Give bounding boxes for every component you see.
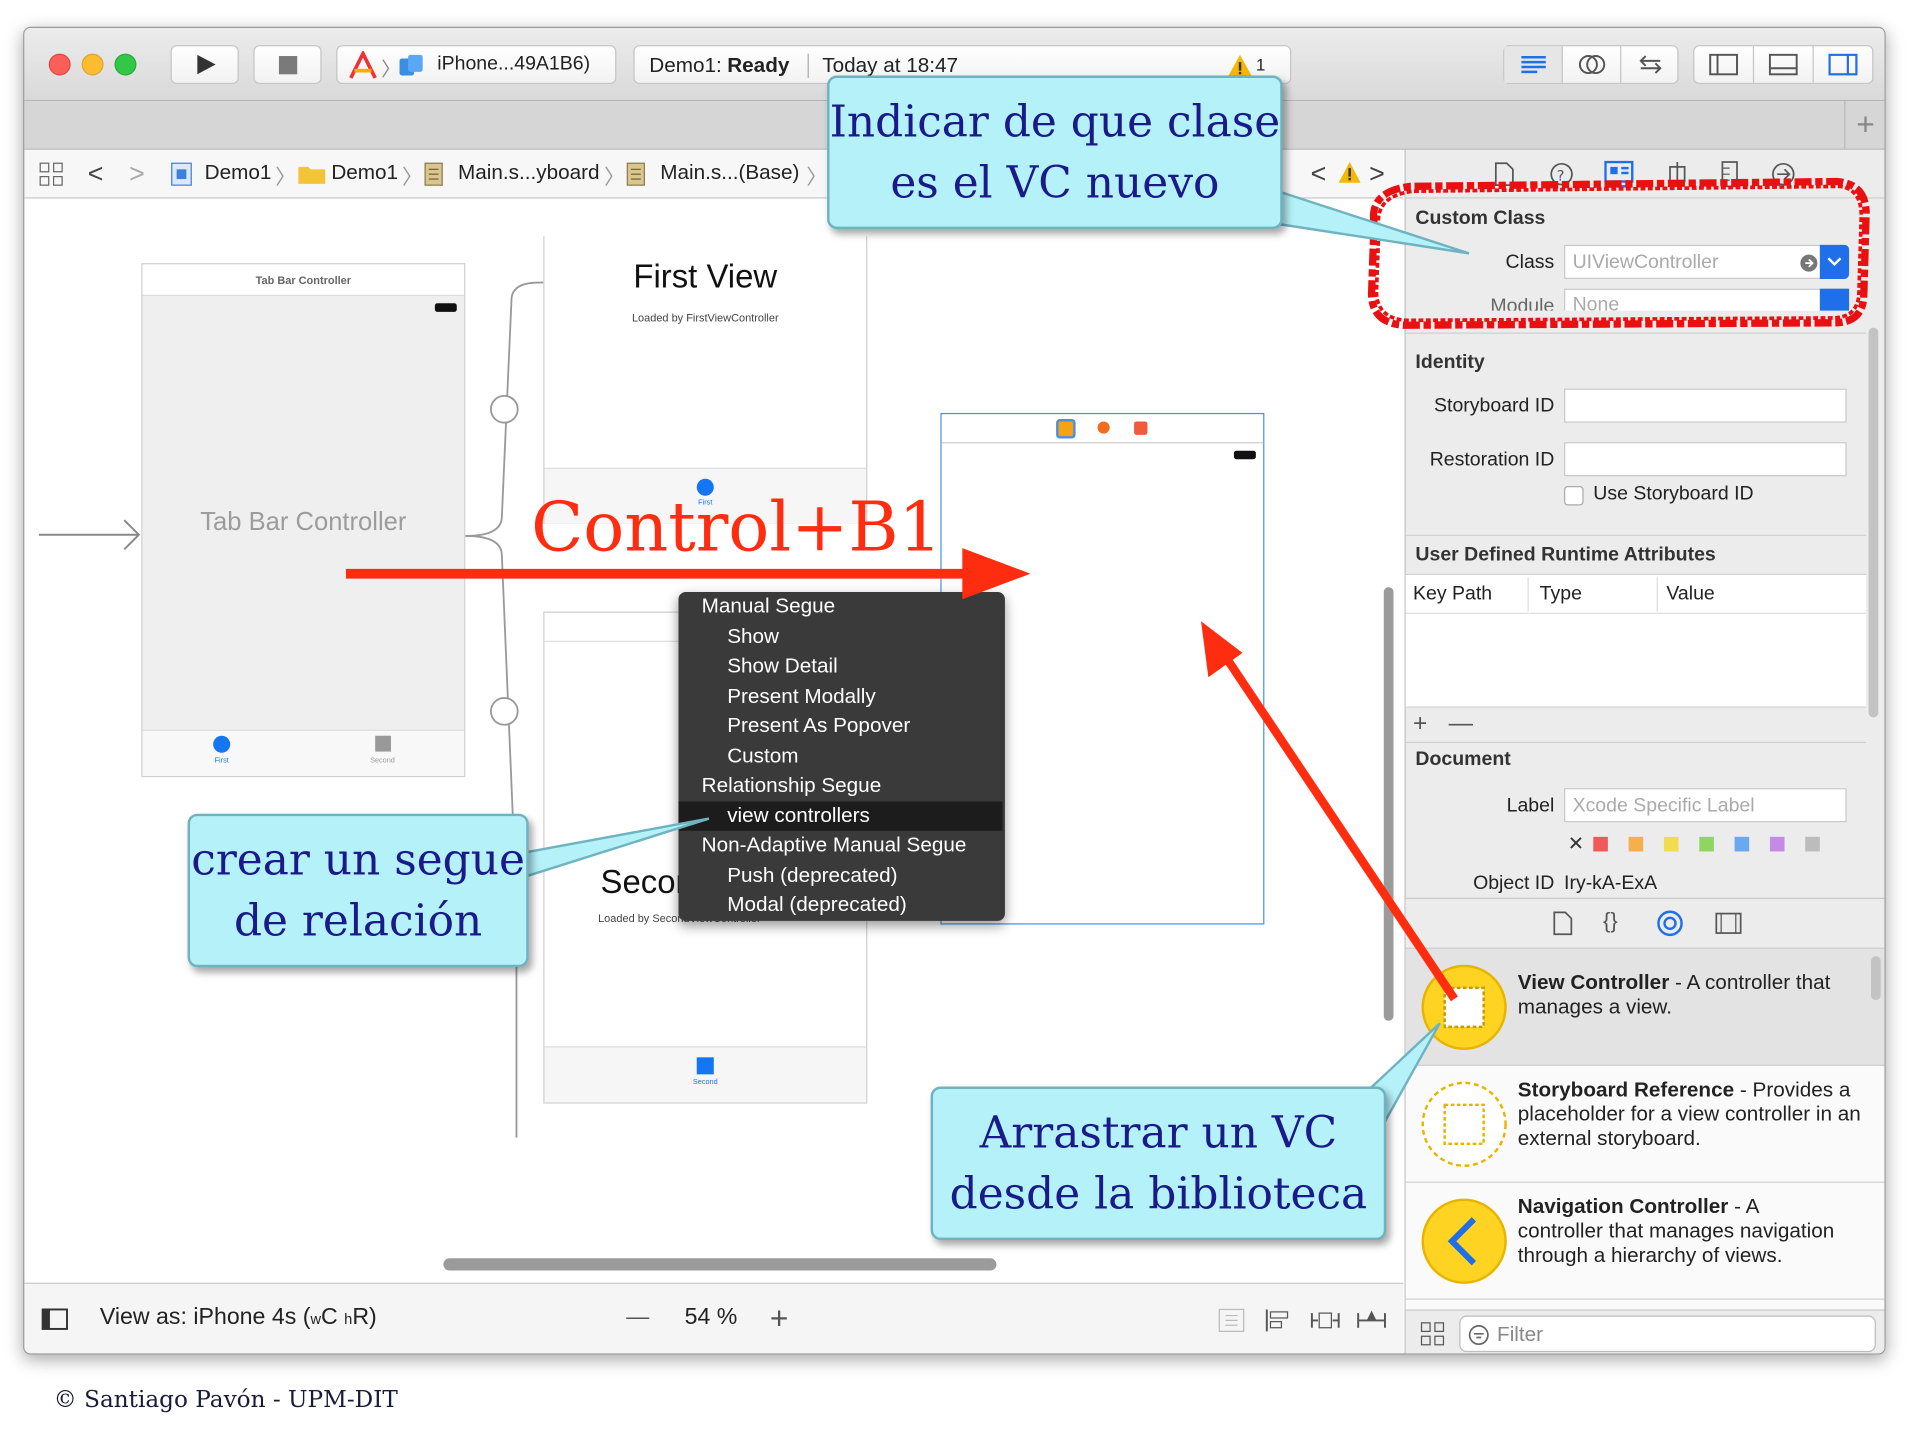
callout-drag-vc: Arrastrar un VC desde la biblioteca	[930, 1086, 1387, 1241]
callout-tail	[522, 817, 710, 879]
callout-tail	[1272, 188, 1470, 255]
callout-line: desde la biblioteca	[949, 1169, 1368, 1220]
slide: 〉 iPhone...49A1B6) Demo1: Ready Today at…	[0, 0, 1910, 1430]
callout-line: crear un segue	[191, 835, 525, 886]
callout-line: de relación	[233, 896, 483, 947]
callout-relationship-segue: crear un segue de relación	[187, 813, 529, 968]
callout-custom-class: Indicar de que clase es el VC nuevo	[827, 75, 1283, 230]
callout-line: es el VC nuevo	[890, 158, 1220, 209]
control-b1-label: Control+B1	[531, 488, 942, 568]
callout-line: Arrastrar un VC	[979, 1108, 1338, 1159]
callout-line: Indicar de que clase	[829, 97, 1281, 148]
drag-from-library-arrow	[1214, 643, 1458, 1002]
copyright-footer: © Santiago Pavón - UPM-DIT	[53, 1386, 398, 1413]
arrowhead	[962, 548, 1031, 600]
